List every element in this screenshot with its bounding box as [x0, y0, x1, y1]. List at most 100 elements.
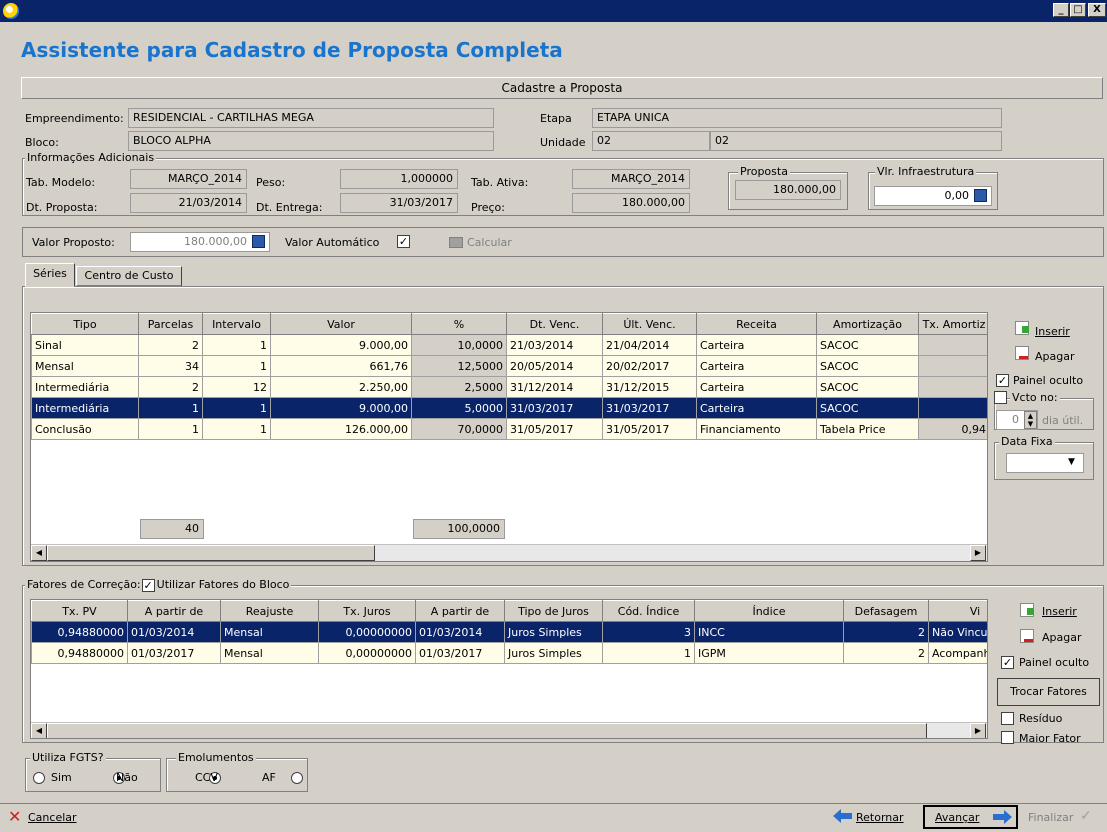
fatores-cell[interactable]: IGPM [694, 642, 844, 664]
series-cell[interactable]: 21/04/2014 [602, 334, 697, 356]
fatores-cell[interactable]: 1 [602, 642, 695, 664]
series-cell[interactable]: Tabela Price [816, 418, 919, 440]
inserir-series-button[interactable]: Inserir [1035, 325, 1070, 338]
fatores-col-header[interactable]: Reajuste [220, 600, 319, 622]
fatores-row[interactable]: 0,94880000 01/03/2017 Mensal 0,00000000 01/0… [31, 642, 987, 664]
fatores-cell[interactable]: 2 [843, 621, 929, 643]
series-cell[interactable]: SACOC [816, 334, 919, 356]
scroll-right-button[interactable]: ▶ [970, 723, 986, 738]
emolumentos-af-radio[interactable] [290, 772, 303, 784]
series-cell[interactable]: 20/05/2014 [506, 355, 603, 377]
fatores-col-header[interactable]: Vi [928, 600, 987, 622]
fatores-row[interactable]: 0,94880000 01/03/2014 Mensal 0,00000000 01/0… [31, 621, 987, 643]
series-col-header[interactable]: % [411, 313, 507, 335]
series-cell[interactable]: 2 [138, 376, 203, 398]
series-row[interactable]: Intermediária 1 1 9.000,00 5,0000 31/03/2017 3… [31, 397, 987, 419]
apagar-series-button[interactable]: Apagar [1035, 350, 1075, 363]
series-cell[interactable]: 1 [202, 397, 271, 419]
fatores-cell[interactable]: 0,94880000 [31, 642, 128, 664]
series-cell[interactable]: 2.250,00 [270, 376, 412, 398]
series-cell[interactable]: 12 [202, 376, 271, 398]
cancelar-button[interactable]: Cancelar [28, 811, 77, 824]
series-cell[interactable]: 21/03/2014 [506, 334, 603, 356]
fatores-cell[interactable]: 0,94880000 [31, 621, 128, 643]
series-grid[interactable]: Tipo Parcelas Intervalo Valor% Dt. Venc. Últ.… [30, 312, 988, 562]
fatores-col-header[interactable]: Tipo de Juros [504, 600, 603, 622]
fatores-cell[interactable]: Juros Simples [504, 642, 603, 664]
series-cell[interactable]: Carteira [696, 376, 817, 398]
series-cell[interactable]: SACOC [816, 397, 919, 419]
series-cell[interactable]: 9.000,00 [270, 334, 412, 356]
series-cell[interactable]: 31/05/2017 [602, 418, 697, 440]
series-cell[interactable]: SACOC [816, 355, 919, 377]
series-cell[interactable]: 1 [138, 418, 203, 440]
series-cell[interactable]: Carteira [696, 397, 817, 419]
series-cell[interactable]: 31/12/2014 [506, 376, 603, 398]
vcto-checkbox[interactable] [994, 391, 1007, 404]
trocar-fatores-button[interactable]: Trocar Fatores [997, 678, 1100, 706]
scroll-thumb[interactable] [47, 723, 927, 738]
fatores-hscrollbar[interactable]: ◀ ▶ [31, 722, 987, 738]
fatores-col-header[interactable]: A partir de [415, 600, 505, 622]
fatores-cell[interactable]: 0,00000000 [318, 621, 416, 643]
fatores-cell[interactable]: 01/03/2017 [127, 642, 221, 664]
series-col-header[interactable]: Tx. Amortiz [918, 313, 987, 335]
series-col-header[interactable]: Tipo [31, 313, 139, 335]
fatores-cell[interactable]: 01/03/2017 [415, 642, 505, 664]
series-cell[interactable]: Intermediária [31, 376, 139, 398]
series-cell[interactable] [918, 355, 987, 377]
scroll-thumb[interactable] [47, 545, 375, 561]
series-cell[interactable]: 5,0000 [411, 397, 507, 419]
utilizar-fatores-checkbox[interactable]: ✓ [141, 578, 155, 592]
series-row[interactable]: Mensal 34 1 661,76 12,5000 20/05/2014 20/02/20… [31, 355, 987, 377]
series-cell[interactable]: 31/12/2015 [602, 376, 697, 398]
series-cell[interactable]: 9.000,00 [270, 397, 412, 419]
fatores-cell[interactable]: Acompanh [928, 642, 987, 664]
series-col-header[interactable]: Receita [696, 313, 817, 335]
finalizar-button[interactable]: Finalizar [1028, 811, 1073, 824]
fatores-cell[interactable]: 01/03/2014 [415, 621, 505, 643]
series-cell[interactable]: Intermediária [31, 397, 139, 419]
series-cell[interactable]: 1 [202, 334, 271, 356]
series-col-header[interactable]: Intervalo [202, 313, 271, 335]
series-row[interactable]: Conclusão 1 1 126.000,00 70,0000 31/05/2017 31… [31, 418, 987, 440]
series-col-header[interactable]: Parcelas [138, 313, 203, 335]
calcular-button[interactable]: Calcular [467, 236, 512, 249]
series-cell[interactable]: 2 [138, 334, 203, 356]
series-cell[interactable]: 20/02/2017 [602, 355, 697, 377]
series-cell[interactable]: SACOC [816, 376, 919, 398]
fatores-cell[interactable]: Mensal [220, 621, 319, 643]
series-hscrollbar[interactable]: ◀ ▶ [31, 544, 987, 561]
series-col-header[interactable]: Últ. Venc. [602, 313, 697, 335]
series-cell[interactable]: 1 [202, 355, 271, 377]
series-cell[interactable] [918, 334, 987, 356]
series-cell[interactable]: Carteira [696, 355, 817, 377]
fatores-cell[interactable]: INCC [694, 621, 844, 643]
fatores-col-header[interactable]: Índice [694, 600, 844, 622]
series-row[interactable]: Intermediária 2 12 2.250,00 2,5000 31/12/2014… [31, 376, 987, 398]
series-cell[interactable]: 31/03/2017 [602, 397, 697, 419]
series-cell[interactable]: Sinal [31, 334, 139, 356]
valor-proposto-input[interactable]: 180.000,00 [130, 232, 270, 252]
residuo-checkbox[interactable] [1001, 712, 1014, 725]
avancar-button[interactable]: Avançar [923, 805, 1018, 829]
series-col-header[interactable]: Amortização [816, 313, 919, 335]
fatores-col-header[interactable]: Cód. Índice [602, 600, 695, 622]
maximize-button[interactable]: □ [1070, 3, 1086, 17]
series-cell[interactable]: 70,0000 [411, 418, 507, 440]
fatores-cell[interactable]: Mensal [220, 642, 319, 664]
fatores-cell[interactable]: Não Vincul [928, 621, 987, 643]
series-cell[interactable] [918, 376, 987, 398]
series-cell[interactable]: 0,94 [918, 418, 987, 440]
minimize-button[interactable]: _ [1053, 3, 1069, 17]
fatores-cell[interactable]: 0,00000000 [318, 642, 416, 664]
fatores-col-header[interactable]: Tx. Juros [318, 600, 416, 622]
fatores-col-header[interactable]: Defasagem [843, 600, 929, 622]
spinner-arrows-icon[interactable]: ▲ ▼ [1024, 411, 1037, 429]
series-cell[interactable]: 661,76 [270, 355, 412, 377]
series-cell[interactable] [918, 397, 987, 419]
tab-centro-de-custo[interactable]: Centro de Custo [76, 266, 182, 286]
painel-oculto-fatores-checkbox[interactable]: ✓ [1001, 656, 1014, 669]
calculator-icon[interactable] [974, 189, 987, 202]
retornar-button[interactable]: Retornar [856, 811, 904, 824]
